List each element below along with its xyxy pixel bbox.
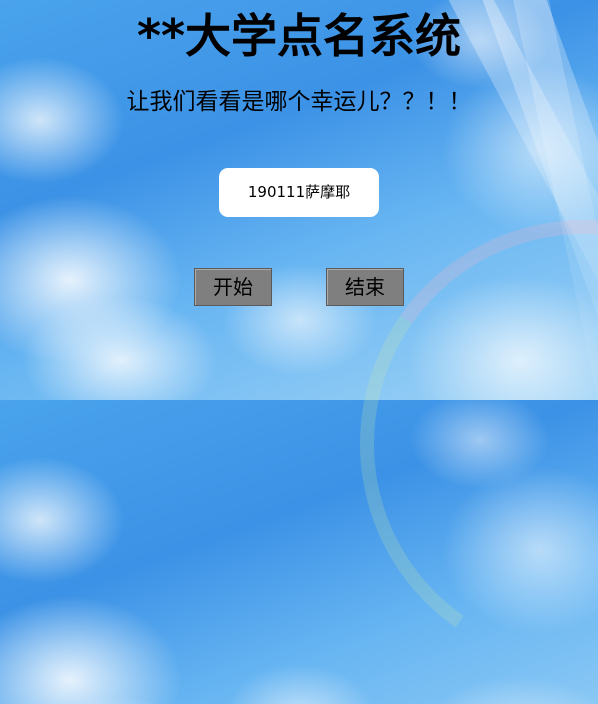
page-subtitle: 让我们看看是哪个幸运儿？？！！ [126, 89, 472, 115]
rainbow-decoration [324, 184, 598, 704]
end-button[interactable]: 结束 [326, 268, 404, 306]
selected-name-display: 190111萨摩耶 [219, 168, 379, 217]
page-title: **大学点名系统 [136, 9, 462, 63]
start-button[interactable]: 开始 [194, 268, 272, 306]
